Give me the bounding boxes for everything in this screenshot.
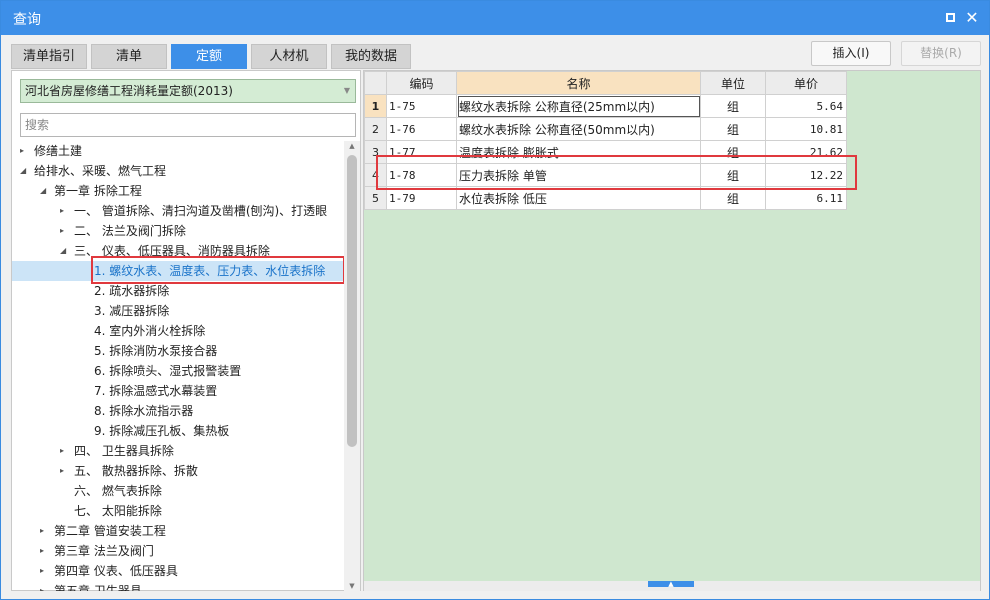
tab-quota[interactable]: 定额 <box>171 44 247 69</box>
close-icon[interactable]: ✕ <box>963 9 981 27</box>
tree-scrollbar[interactable]: ▲ ▼ <box>344 141 360 591</box>
expand-icon[interactable]: ▸ <box>60 201 70 221</box>
tree-item-label: 七、 太阳能拆除 <box>74 504 162 518</box>
row-number-header <box>364 71 387 95</box>
quota-grid-panel: 编码 名称 单位 单价 1 1-75 螺纹水表拆除 公称直径(25mm以内) 组… <box>363 70 981 591</box>
search-input[interactable] <box>20 113 356 137</box>
tab-materials[interactable]: 人材机 <box>251 44 327 69</box>
expand-icon[interactable]: ▸ <box>40 581 50 591</box>
cell-name[interactable]: 螺纹水表拆除 公称直径(50mm以内) <box>456 117 701 141</box>
row-number: 1 <box>364 94 387 118</box>
tree-item-label: 9. 拆除减压孔板、集热板 <box>94 424 230 438</box>
tree-item-label: 第二章 管道安装工程 <box>54 524 166 538</box>
tree-item[interactable]: ▸ 第四章 仪表、低压器具 <box>12 561 344 581</box>
tree-item-label: 第一章 拆除工程 <box>54 184 142 198</box>
expand-icon[interactable]: ▸ <box>40 561 50 581</box>
tree-item[interactable]: 5. 拆除消防水泵接合器 <box>12 341 344 361</box>
selection-highlight-box <box>91 256 345 284</box>
cell-price[interactable]: 10.81 <box>765 117 847 141</box>
expand-icon[interactable]: ▸ <box>60 441 70 461</box>
query-dialog: 查询 ✕ 清单指引 清单 定额 人材机 我的数据 插入(I) 替换(R) 河北省… <box>0 0 990 600</box>
cell-price[interactable]: 5.64 <box>765 94 847 118</box>
chevron-up-icon[interactable]: ▲ <box>648 581 694 588</box>
tree-item[interactable]: ▸ 一、 管道拆除、清扫沟道及凿槽(刨沟)、打透眼 <box>12 201 344 221</box>
tree-item-label: 3. 减压器拆除 <box>94 304 170 318</box>
tree-item-label: 给排水、采暖、燃气工程 <box>34 164 167 178</box>
tab-my-data[interactable]: 我的数据 <box>331 44 411 69</box>
tree-item-label: 第四章 仪表、低压器具 <box>54 564 178 578</box>
library-select-value: 河北省房屋修缮工程消耗量定额(2013) <box>25 84 233 98</box>
cell-unit[interactable]: 组 <box>700 117 766 141</box>
tree-item-label: 二、 法兰及阀门拆除 <box>74 224 186 238</box>
scrollbar-thumb[interactable] <box>347 155 357 447</box>
cell-code[interactable]: 1-75 <box>386 94 457 118</box>
expand-icon[interactable]: ▸ <box>60 461 70 481</box>
tree-item-label: 5. 拆除消防水泵接合器 <box>94 344 218 358</box>
library-select[interactable]: 河北省房屋修缮工程消耗量定额(2013) ▼ <box>20 79 356 103</box>
expand-icon[interactable]: ▸ <box>60 221 70 241</box>
scroll-up-icon[interactable]: ▲ <box>347 142 357 150</box>
scroll-down-icon[interactable]: ▼ <box>347 582 357 590</box>
quota-tree-panel: 河北省房屋修缮工程消耗量定额(2013) ▼ ▸ 修缮土建 ◢ 给排水、采暖、燃… <box>11 70 361 591</box>
tree-item[interactable]: ▸ 五、 散热器拆除、拆散 <box>12 461 344 481</box>
tree-item[interactable]: 六、 燃气表拆除 <box>12 481 344 501</box>
quota-tree: ▸ 修缮土建 ◢ 给排水、采暖、燃气工程 ◢ 第一章 拆除工程 ▸ 一、 管道拆… <box>12 141 344 591</box>
title-bar[interactable]: 查询 ✕ <box>1 1 989 35</box>
column-header-name[interactable]: 名称 <box>456 71 701 95</box>
tree-item[interactable]: 6. 拆除喷头、湿式报警装置 <box>12 361 344 381</box>
tree-item-label: 8. 拆除水流指示器 <box>94 404 194 418</box>
expand-icon[interactable]: ▸ <box>40 541 50 561</box>
tree-item-label: 7. 拆除温感式水幕装置 <box>94 384 218 398</box>
tab-list-guide[interactable]: 清单指引 <box>11 44 87 69</box>
tree-item-label: 六、 燃气表拆除 <box>74 484 162 498</box>
column-header-price[interactable]: 单价 <box>765 71 847 95</box>
tree-item[interactable]: 3. 减压器拆除 <box>12 301 344 321</box>
tree-item-label: 4. 室内外消火栓拆除 <box>94 324 206 338</box>
tree-item-label: 第五章 卫生器具 <box>54 584 142 591</box>
cell-code[interactable]: 1-76 <box>386 117 457 141</box>
tree-item[interactable]: ▸ 第三章 法兰及阀门 <box>12 541 344 561</box>
window-title: 查询 <box>13 12 41 28</box>
tree-item[interactable]: 7. 拆除温感式水幕装置 <box>12 381 344 401</box>
tree-item-label: 第三章 法兰及阀门 <box>54 544 154 558</box>
row-highlight-box <box>376 155 857 190</box>
tree-item-label: 五、 散热器拆除、拆散 <box>74 464 198 478</box>
table-row[interactable]: 1 1-75 螺纹水表拆除 公称直径(25mm以内) 组 5.64 <box>364 94 847 118</box>
tree-item[interactable]: ◢ 第一章 拆除工程 <box>12 181 344 201</box>
tree-item[interactable]: ▸ 四、 卫生器具拆除 <box>12 441 344 461</box>
collapse-icon[interactable]: ◢ <box>40 181 50 201</box>
grid-scrollbar[interactable]: ▲ <box>364 581 980 591</box>
tree-item[interactable]: ▸ 第五章 卫生器具 <box>12 581 344 591</box>
tree-item[interactable]: 七、 太阳能拆除 <box>12 501 344 521</box>
table-header-row: 编码 名称 单位 单价 <box>364 71 847 95</box>
tree-item[interactable]: 9. 拆除减压孔板、集热板 <box>12 421 344 441</box>
tab-list[interactable]: 清单 <box>91 44 167 69</box>
tree-item[interactable]: ▸ 第二章 管道安装工程 <box>12 521 344 541</box>
cell-unit[interactable]: 组 <box>700 94 766 118</box>
column-header-code[interactable]: 编码 <box>386 71 457 95</box>
row-number: 2 <box>364 117 387 141</box>
table-row[interactable]: 2 1-76 螺纹水表拆除 公称直径(50mm以内) 组 10.81 <box>364 117 847 141</box>
tree-item[interactable]: 8. 拆除水流指示器 <box>12 401 344 421</box>
collapse-icon[interactable]: ◢ <box>60 241 70 261</box>
expand-icon[interactable]: ▸ <box>20 141 30 161</box>
tree-item-label: 四、 卫生器具拆除 <box>74 444 174 458</box>
tree-item[interactable]: 4. 室内外消火栓拆除 <box>12 321 344 341</box>
tree-item-label: 2. 疏水器拆除 <box>94 284 170 298</box>
tree-item-label: 一、 管道拆除、清扫沟道及凿槽(刨沟)、打透眼 <box>74 204 328 218</box>
collapse-icon[interactable]: ◢ <box>20 161 30 181</box>
tree-item-label: 修缮土建 <box>34 144 83 158</box>
column-header-unit[interactable]: 单位 <box>700 71 766 95</box>
cell-name[interactable]: 螺纹水表拆除 公称直径(25mm以内) <box>456 94 701 118</box>
replace-button[interactable]: 替换(R) <box>901 41 981 66</box>
tree-item[interactable]: ▸ 修缮土建 <box>12 141 344 161</box>
tree-item[interactable]: ◢ 给排水、采暖、燃气工程 <box>12 161 344 181</box>
tree-item[interactable]: ▸ 二、 法兰及阀门拆除 <box>12 221 344 241</box>
restore-icon[interactable] <box>941 9 959 27</box>
tree-item-label: 6. 拆除喷头、湿式报警装置 <box>94 364 242 378</box>
chevron-down-icon: ▼ <box>343 86 350 95</box>
insert-button[interactable]: 插入(I) <box>811 41 891 66</box>
expand-icon[interactable]: ▸ <box>40 521 50 541</box>
tree-item[interactable]: 2. 疏水器拆除 <box>12 281 344 301</box>
